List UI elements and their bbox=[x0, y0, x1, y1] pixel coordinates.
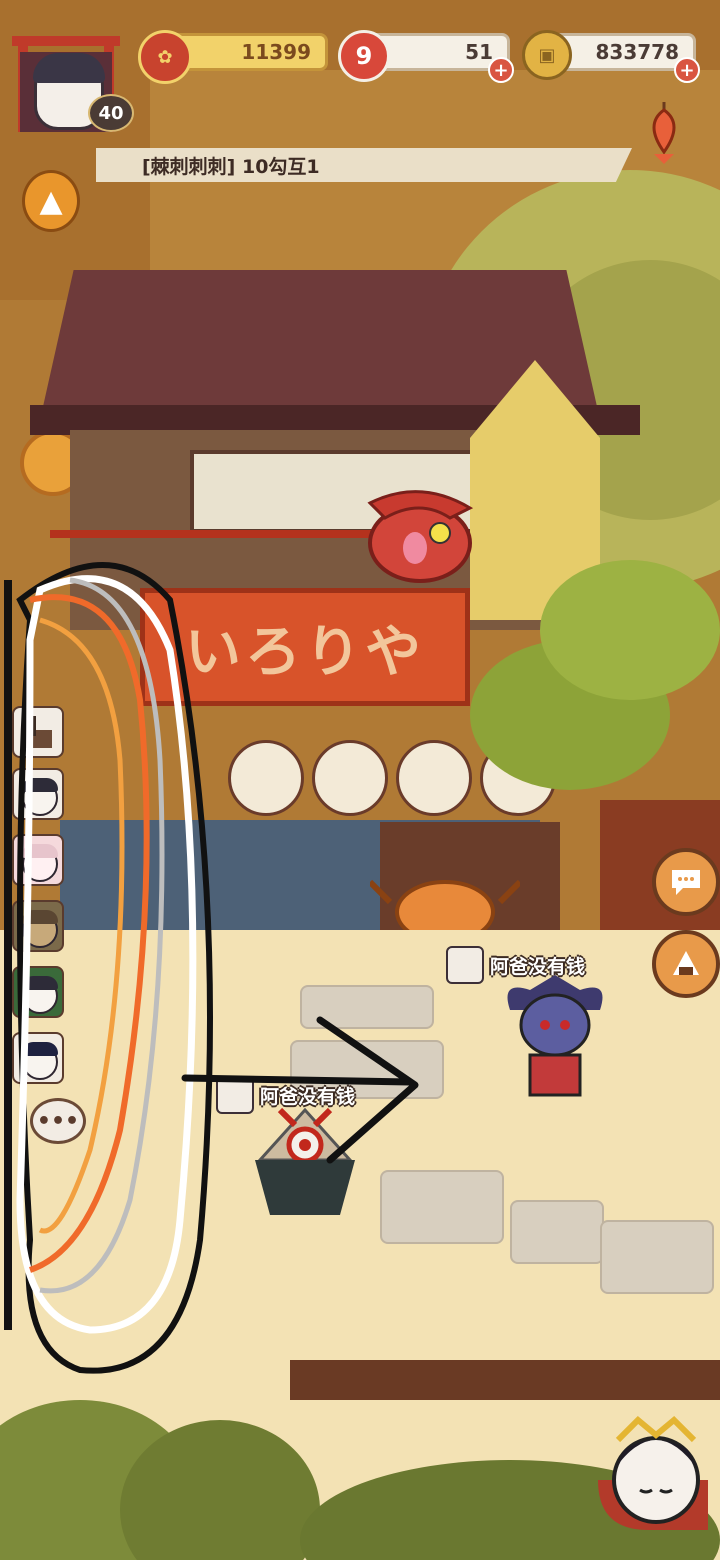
left-sidebar bbox=[10, 700, 64, 1260]
sidebar-item-friend[interactable] bbox=[12, 900, 64, 952]
companion-portrait-button[interactable] bbox=[588, 1410, 714, 1536]
character-demon[interactable] bbox=[500, 970, 610, 1100]
paper-lantern bbox=[228, 740, 304, 816]
stepping-stone bbox=[510, 1200, 604, 1264]
sidebar-item-friend[interactable] bbox=[12, 966, 64, 1018]
sidebar-item-friend[interactable] bbox=[12, 1032, 64, 1084]
stepping-stone bbox=[600, 1220, 714, 1294]
coin-icon: ▣ bbox=[522, 30, 572, 80]
bush bbox=[540, 560, 720, 700]
chat-more-button[interactable]: ••• bbox=[30, 1098, 86, 1144]
sidebar-item-tools[interactable] bbox=[12, 706, 64, 758]
game-scene: いろりや bbox=[0, 0, 720, 1560]
speech-bubble-icon bbox=[672, 870, 700, 895]
fish-banner-icon[interactable] bbox=[640, 100, 688, 166]
sidebar-item-friend[interactable] bbox=[12, 834, 64, 886]
stepping-stone bbox=[300, 985, 434, 1029]
sidebar-item-friend[interactable] bbox=[12, 768, 64, 820]
rice-ball-icon bbox=[673, 951, 699, 975]
magatama-icon: 9 bbox=[338, 30, 390, 82]
stepping-stone bbox=[380, 1170, 504, 1244]
chat-bubble-button[interactable] bbox=[652, 848, 720, 916]
character-one-eye[interactable] bbox=[240, 1100, 370, 1230]
add-coins-button[interactable]: + bbox=[674, 57, 700, 83]
tool-icon bbox=[24, 716, 52, 748]
red-monster-icon[interactable] bbox=[340, 488, 490, 588]
balcony-rail bbox=[50, 530, 380, 582]
player-level-badge: 40 bbox=[88, 94, 134, 132]
quest-tracker[interactable]: [棘刺刺刺] 10勾互1 bbox=[96, 148, 632, 182]
add-magatama-button[interactable]: + bbox=[488, 57, 514, 83]
flower-currency-icon: ✿ bbox=[138, 30, 192, 84]
food-button[interactable] bbox=[652, 930, 720, 998]
shop-sign-banner: いろりや bbox=[140, 588, 470, 706]
paper-lantern bbox=[396, 740, 472, 816]
paper-lantern bbox=[312, 740, 388, 816]
up-arrow-lantern-button[interactable]: ▲ bbox=[22, 170, 80, 232]
avatar-icon bbox=[446, 946, 484, 984]
fence bbox=[290, 1360, 720, 1400]
